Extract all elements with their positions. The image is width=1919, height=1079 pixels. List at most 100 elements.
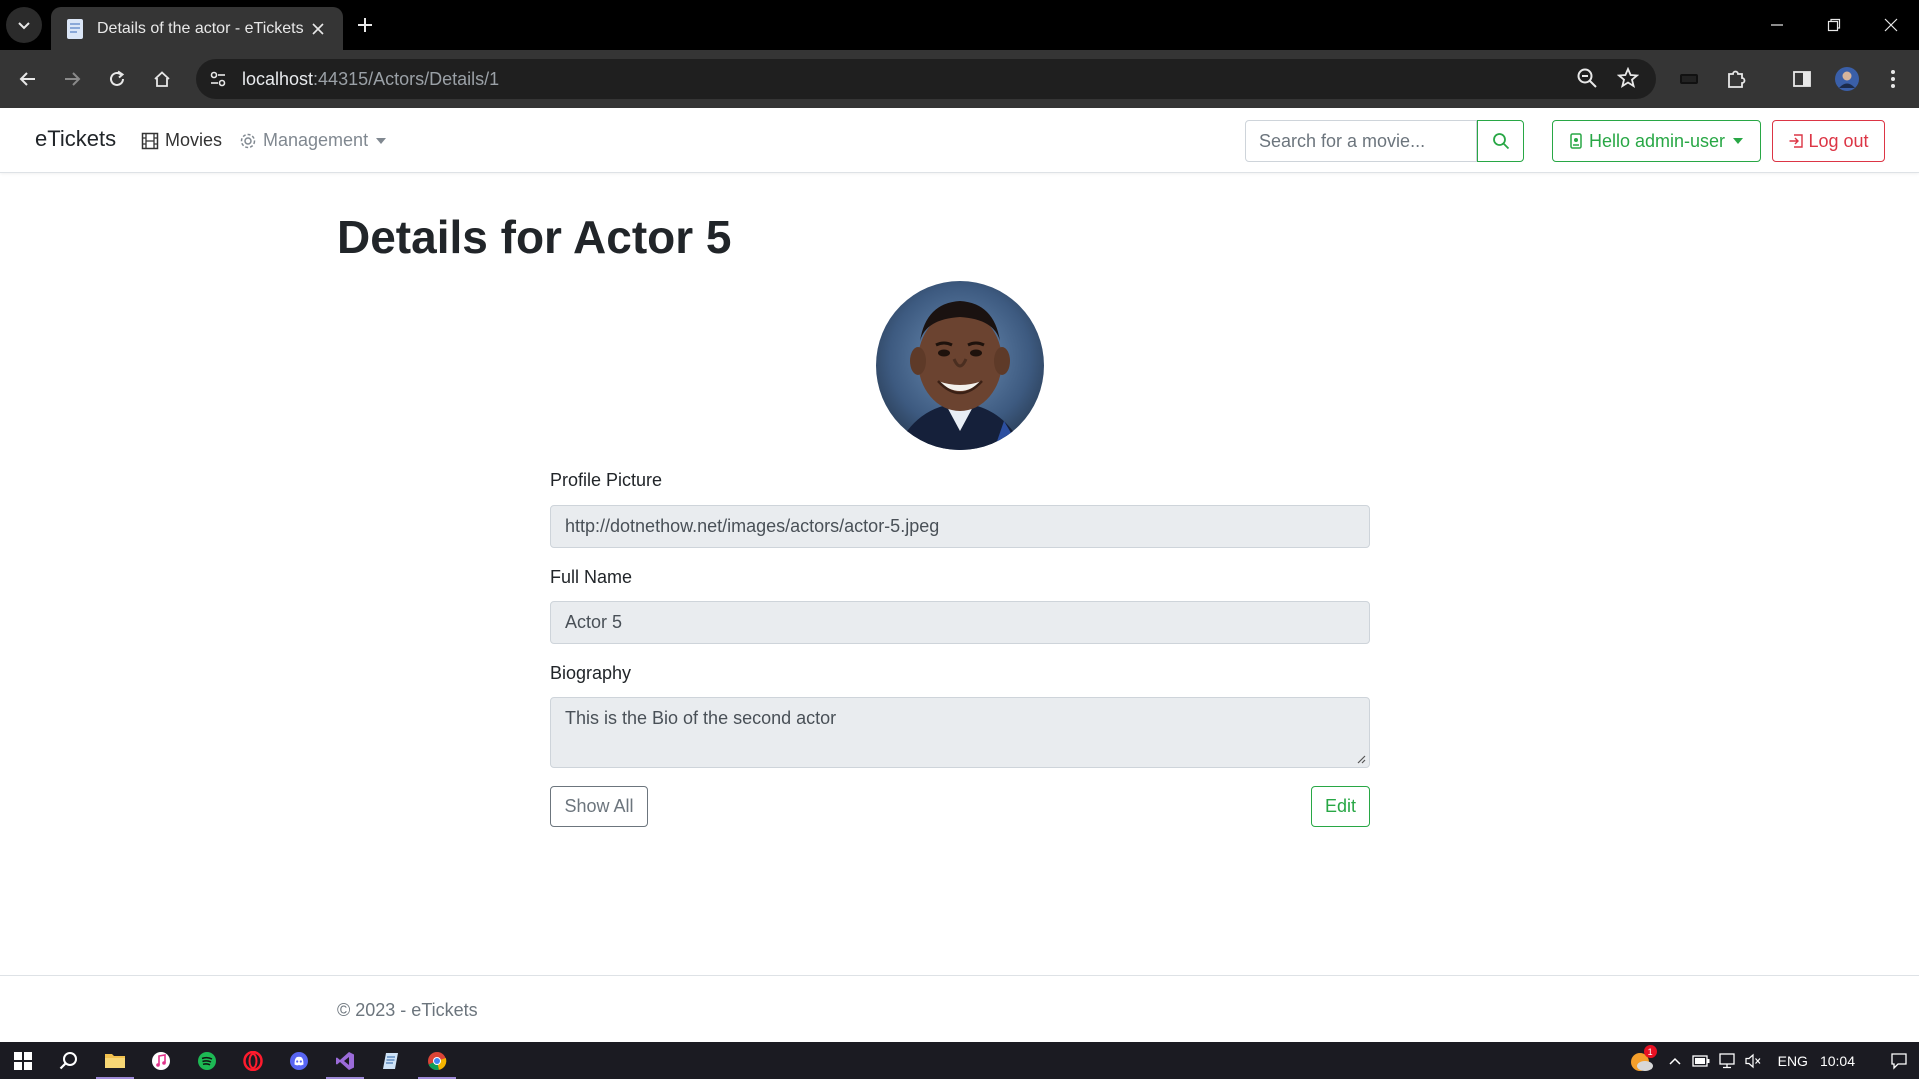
biography-text: This is the Bio of the second actor [565,708,837,728]
music-icon [152,1051,170,1070]
search-input[interactable] [1245,120,1477,162]
notification-icon [1891,1052,1907,1070]
logout-label: Log out [1808,130,1869,151]
taskbar-spotify[interactable] [184,1042,230,1079]
language-indicator[interactable]: ENG [1778,1053,1808,1069]
battery-status[interactable] [1688,1042,1714,1079]
arrow-left-icon [19,72,35,86]
more-vertical-icon [1891,70,1895,88]
zoom-button[interactable] [1576,67,1598,89]
bookmark-button[interactable] [1617,67,1639,89]
taskbar-notes-app[interactable] [368,1042,414,1079]
show-hidden-icons-button[interactable] [1662,1042,1688,1079]
spotify-icon [198,1051,216,1070]
chevron-up-icon [1669,1057,1681,1065]
puzzle-icon [1728,70,1746,88]
gear-icon [240,133,256,148]
volume-status[interactable] [1740,1042,1766,1079]
taskbar-itunes[interactable] [138,1042,184,1079]
taskbar-opera[interactable] [230,1042,276,1079]
nav-movies-link[interactable]: Movies [141,130,222,151]
address-bar[interactable]: localhost:44315/Actors/Details/1 [196,59,1656,99]
taskbar-visual-studio[interactable] [322,1042,368,1079]
network-status[interactable] [1714,1042,1740,1079]
browser-tab-active[interactable]: Details of the actor - eTickets [51,7,343,50]
extensions-menu-button[interactable] [1720,63,1752,95]
url-host: localhost [242,68,314,89]
discord-icon [290,1051,308,1070]
brand-link[interactable]: eTickets [35,126,116,152]
biography-textarea[interactable]: This is the Bio of the second actor [550,697,1370,768]
browser-menu-button[interactable] [1877,63,1909,95]
browser-toolbar: localhost:44315/Actors/Details/1 [0,50,1919,108]
extension-button[interactable] [1673,63,1705,95]
zoom-out-icon [1577,68,1597,88]
search-button[interactable] [1477,120,1524,162]
tab-close-button[interactable] [307,18,329,40]
site-info-button[interactable] [205,66,231,92]
forward-button[interactable] [56,63,88,95]
battery-icon [1691,1054,1710,1067]
notification-center-button[interactable] [1879,1042,1919,1079]
minimize-icon [1770,24,1783,26]
full-name-field[interactable]: Actor 5 [550,601,1370,644]
start-button[interactable] [0,1042,46,1079]
footer-text: © 2023 - eTickets [337,1000,478,1020]
nav-management-label: Management [263,130,369,150]
system-tray: 1 ENG 10:04 [1622,1042,1919,1079]
show-all-button[interactable]: Show All [550,786,648,827]
logout-button[interactable]: Log out [1772,120,1885,162]
side-panel-button[interactable] [1786,63,1818,95]
close-icon [1884,18,1897,32]
back-button[interactable] [12,63,44,95]
minimize-button[interactable] [1748,0,1805,50]
taskbar-file-explorer[interactable] [92,1042,138,1079]
avatar-icon [1835,67,1859,91]
nav-management-dropdown[interactable]: Management [239,130,387,151]
chrome-icon [428,1051,447,1070]
restore-button[interactable] [1805,0,1862,50]
user-menu-label: Hello admin-user [1588,130,1726,151]
taskbar-chrome[interactable] [414,1042,460,1079]
caret-down-icon [1733,138,1744,144]
new-tab-button[interactable] [349,7,381,43]
actor-portrait-icon [876,281,1044,450]
profile-picture-label: Profile Picture [550,470,663,490]
notes-icon [383,1052,398,1069]
search-icon [59,1051,77,1069]
actor-profile-image [876,281,1044,450]
film-icon [141,132,159,149]
edit-button[interactable]: Edit [1311,786,1370,827]
restore-icon [1827,18,1840,32]
home-button[interactable] [146,63,178,95]
search-icon [1492,133,1509,150]
side-panel-icon [1793,71,1811,87]
resize-grip-icon[interactable] [1356,754,1366,764]
tab-search-button[interactable] [6,7,42,43]
badge-icon [1570,133,1582,149]
profile-button[interactable] [1831,63,1863,95]
full-name-label: Full Name [550,567,633,587]
network-icon [1718,1052,1735,1068]
biography-label: Biography [550,663,632,683]
user-menu-dropdown[interactable]: Hello admin-user [1552,120,1761,162]
reload-button[interactable] [101,63,133,95]
close-window-button[interactable] [1862,0,1919,50]
reload-icon [110,70,125,86]
clock[interactable]: 10:04 [1820,1053,1855,1069]
home-icon [154,71,170,87]
taskbar-search-button[interactable] [46,1042,92,1079]
taskbar-discord[interactable] [276,1042,322,1079]
tune-icon [210,71,226,87]
volume-muted-icon [1745,1053,1761,1068]
chevron-down-icon [18,22,30,30]
os-taskbar: 1 ENG 10:04 [0,1042,1919,1079]
extension-icon [1680,74,1698,84]
nav-movies-label: Movies [165,130,223,150]
opera-icon [243,1050,263,1071]
profile-picture-field[interactable]: http://dotnethow.net/images/actors/actor… [550,505,1370,548]
weather-widget[interactable]: 1 [1622,1042,1662,1079]
notification-count-badge: 1 [1643,1045,1657,1058]
caret-down-icon [376,137,387,144]
url-text: localhost:44315/Actors/Details/1 [242,69,499,90]
